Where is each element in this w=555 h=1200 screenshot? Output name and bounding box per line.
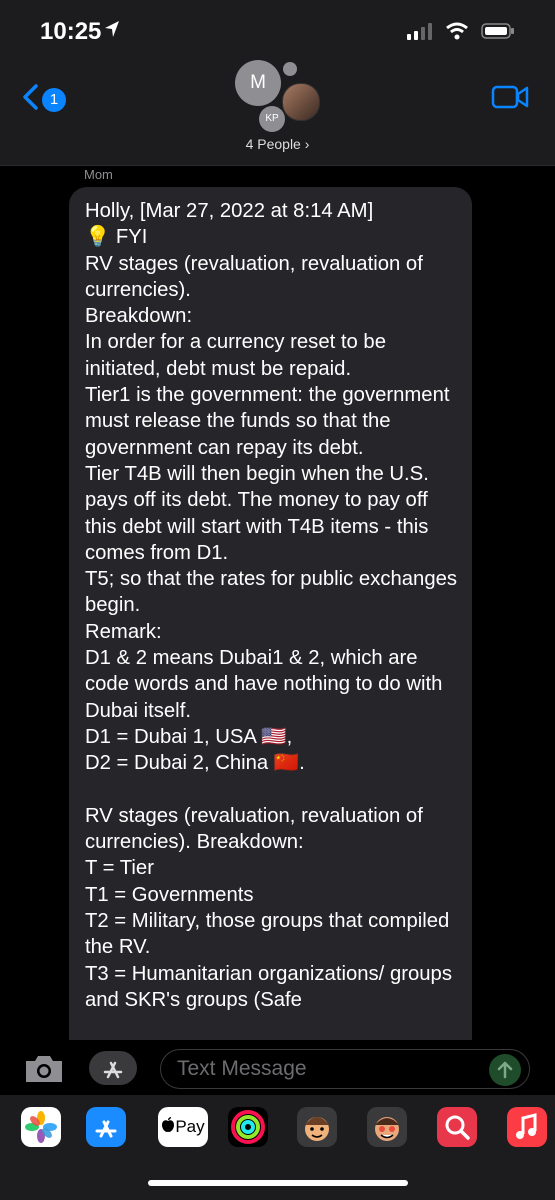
avatar: M: [235, 60, 281, 106]
message-text: Holly, [Mar 27, 2022 at 8:14 AM] 💡 FYI R…: [85, 200, 458, 1011]
memoji-app-icon[interactable]: [297, 1107, 337, 1147]
avatar: [282, 83, 320, 121]
unread-count-badge: 1: [42, 87, 66, 112]
location-arrow-icon: [104, 20, 120, 43]
wifi-icon: [445, 22, 469, 45]
camera-button[interactable]: [22, 1052, 66, 1091]
group-avatars[interactable]: M KP: [235, 60, 325, 136]
memoji-stickers-app-icon[interactable]: [367, 1107, 407, 1147]
message-bubble[interactable]: Holly, [Mar 27, 2022 at 8:14 AM] 💡 FYI R…: [69, 187, 472, 1040]
app-store-button[interactable]: [89, 1051, 137, 1085]
back-button[interactable]: 1: [22, 84, 66, 115]
arrow-up-icon: [497, 1061, 513, 1079]
apple-pay-app-icon[interactable]: Pay: [158, 1107, 208, 1147]
camera-icon: [26, 1056, 62, 1082]
music-app-icon[interactable]: [507, 1107, 547, 1147]
chevron-left-icon: [22, 84, 38, 115]
send-button[interactable]: [489, 1054, 521, 1086]
app-store-icon: [103, 1061, 123, 1079]
battery-icon: [481, 22, 515, 45]
message-sender: Mom: [84, 167, 113, 182]
compose-bar: Text Message: [0, 1040, 555, 1095]
avatar: [283, 62, 297, 76]
avatar: KP: [259, 106, 285, 132]
apple-logo-icon: [161, 1116, 175, 1138]
group-people-label[interactable]: 4 People ›: [0, 136, 555, 152]
activity-app-icon[interactable]: [228, 1107, 268, 1147]
message-input[interactable]: Text Message: [160, 1049, 530, 1089]
cellular-signal-icon: [407, 22, 433, 45]
status-time: 10:25: [40, 18, 102, 45]
message-input-placeholder: Text Message: [177, 1057, 307, 1080]
photos-app-icon[interactable]: [21, 1107, 61, 1147]
images-search-app-icon[interactable]: [437, 1107, 477, 1147]
home-indicator[interactable]: [148, 1180, 408, 1186]
status-indicators: [407, 22, 515, 45]
apple-pay-label: Pay: [175, 1117, 205, 1136]
conversation-header: 10:25 1 M KP 4 People ›: [0, 0, 555, 166]
app-store-app-icon[interactable]: [86, 1107, 126, 1147]
facetime-video-icon[interactable]: [491, 84, 529, 115]
